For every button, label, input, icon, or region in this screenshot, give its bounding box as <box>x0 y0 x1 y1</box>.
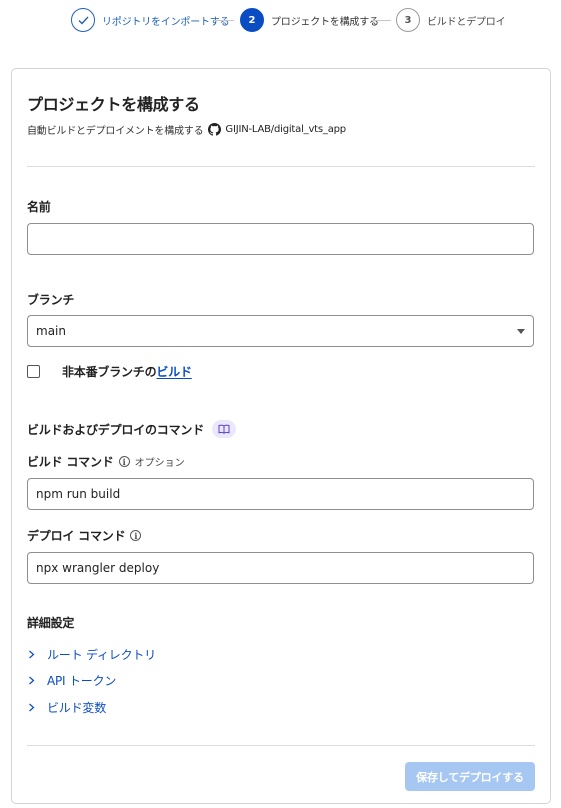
advanced-item-api-token[interactable]: API トークン <box>27 672 116 689</box>
commands-section-title: ビルドおよびデプロイのコマンド <box>27 422 205 437</box>
step-number: 2 <box>240 8 264 32</box>
step-import-repo[interactable]: リポジトリをインポートする <box>71 8 230 32</box>
step-divider <box>214 20 234 21</box>
info-icon[interactable]: i <box>130 530 142 541</box>
save-and-deploy-button[interactable]: 保存してデプロイする <box>405 762 535 791</box>
page-subtitle: 自動ビルドとデプロイメントを構成する GIJIN-LAB/digital_vts… <box>27 122 346 137</box>
advanced-settings-title: 詳細設定 <box>27 616 75 630</box>
nonprod-build-label: 非本番ブランチのビルド <box>62 363 192 380</box>
step-label: リポジトリをインポートする <box>102 16 230 28</box>
branch-selected-value: main <box>36 324 66 338</box>
chevron-right-icon <box>27 703 36 712</box>
nonprod-build-label-text: 非本番ブランチの <box>62 365 157 379</box>
nonprod-build-checkbox[interactable] <box>27 365 40 378</box>
step-number: 3 <box>396 8 420 32</box>
nonprod-build-option: 非本番ブランチのビルド <box>27 363 192 380</box>
advanced-item-label: ビルド変数 <box>47 701 107 715</box>
subtitle-text: 自動ビルドとデプロイメントを構成する <box>27 126 204 137</box>
name-label: 名前 <box>27 200 51 214</box>
advanced-item-label: ルート ディレクトリ <box>47 648 156 662</box>
nonprod-build-link[interactable]: ビルド <box>156 365 192 379</box>
info-icon[interactable]: i <box>118 456 130 467</box>
check-icon <box>71 8 95 32</box>
step-build-deploy: 3 ビルドとデプロイ <box>396 8 506 32</box>
chevron-right-icon <box>27 676 36 685</box>
step-divider <box>371 20 391 21</box>
github-icon <box>208 123 222 136</box>
deploy-command-input[interactable] <box>27 552 534 584</box>
book-icon[interactable] <box>212 420 237 438</box>
chevron-right-icon <box>27 650 36 659</box>
advanced-item-root-directory[interactable]: ルート ディレクトリ <box>27 646 156 663</box>
advanced-item-label: API トークン <box>47 674 117 688</box>
step-label: ビルドとデプロイ <box>427 16 506 28</box>
divider <box>27 745 535 746</box>
commands-section-header: ビルドおよびデプロイのコマンド <box>27 420 237 438</box>
progress-stepper: リポジトリをインポートする 2 プロジェクトを構成する 3 ビルドとデプロイ <box>0 8 561 34</box>
deploy-command-label: デプロイ コマンド <box>27 529 126 543</box>
branch-select[interactable]: main <box>27 315 534 347</box>
name-input[interactable] <box>27 223 534 255</box>
optional-tag: オプション <box>134 458 185 469</box>
caret-down-icon <box>517 329 525 334</box>
step-configure-project: 2 プロジェクトを構成する <box>240 8 379 32</box>
divider <box>27 166 535 167</box>
configure-project-card: プロジェクトを構成する 自動ビルドとデプロイメントを構成する GIJIN-LAB… <box>11 68 551 804</box>
deploy-command-label-row: デプロイ コマンド i <box>27 527 142 544</box>
build-command-input[interactable] <box>27 478 534 510</box>
repo-name: GIJIN-LAB/digital_vts_app <box>225 124 346 135</box>
page-title: プロジェクトを構成する <box>27 95 200 114</box>
build-command-label-row: ビルド コマンド i オプション <box>27 453 185 470</box>
advanced-item-build-variables[interactable]: ビルド変数 <box>27 699 106 716</box>
build-command-label: ビルド コマンド <box>27 455 114 469</box>
branch-label: ブランチ <box>27 293 75 307</box>
step-label: プロジェクトを構成する <box>271 16 379 28</box>
